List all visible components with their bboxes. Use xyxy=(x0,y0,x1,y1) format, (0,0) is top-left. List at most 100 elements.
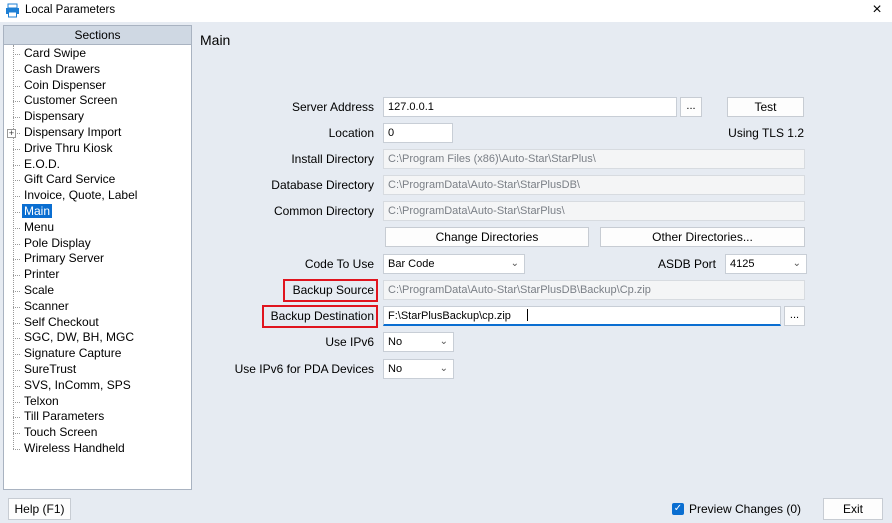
expand-icon[interactable]: + xyxy=(7,128,16,138)
sidebar-item-label: Printer xyxy=(24,267,60,282)
asdb-port-select[interactable]: 4125 ⌄ xyxy=(725,254,807,274)
sidebar-item-label: SGC, DW, BH, MGC xyxy=(24,330,135,345)
tree-connector xyxy=(13,196,20,198)
use-ipv6-pda-select[interactable]: No ⌄ xyxy=(383,359,454,379)
location-label: Location xyxy=(328,126,374,140)
sidebar-item[interactable]: Cash Drawers xyxy=(4,62,191,78)
sidebar-item-label: Self Checkout xyxy=(24,314,99,329)
test-button[interactable]: Test xyxy=(727,97,804,117)
sidebar-item[interactable]: SureTrust xyxy=(4,362,191,378)
sidebar-item[interactable]: Wireless Handheld xyxy=(4,441,191,457)
tree-connector xyxy=(13,211,20,213)
sidebar-item[interactable]: Dispensary xyxy=(4,109,191,125)
backup-destination-browse-button[interactable]: ... xyxy=(784,306,805,326)
tls-status: Using TLS 1.2 xyxy=(728,126,804,140)
sidebar-item[interactable]: Scale xyxy=(4,283,191,299)
sidebar-item[interactable]: Telxon xyxy=(4,394,191,410)
sidebar-item[interactable]: Main xyxy=(4,203,191,220)
sidebar-item[interactable]: + Dispensary Import xyxy=(4,125,191,141)
sections-panel: Sections Card Swipe Cash Drawers Coin Disp… xyxy=(3,25,192,490)
tree-connector xyxy=(13,338,20,340)
sidebar-item-label: Signature Capture xyxy=(24,346,122,361)
sidebar-item-label: Till Parameters xyxy=(24,409,105,424)
sidebar-item-label: Card Swipe xyxy=(24,46,87,60)
close-icon[interactable]: × xyxy=(868,1,886,19)
sidebar-item-label: SVS, InComm, SPS xyxy=(24,377,131,392)
install-directory-field: C:\Program Files (x86)\Auto-Star\StarPlu… xyxy=(383,149,805,169)
sidebar-item-label: Invoice, Quote, Label xyxy=(24,188,138,203)
preview-changes-control[interactable]: ✓ Preview Changes (0) xyxy=(672,500,801,518)
tree-connector xyxy=(13,180,20,182)
tree-connector xyxy=(13,243,20,245)
server-address-browse-button[interactable]: ... xyxy=(680,97,702,117)
help-button[interactable]: Help (F1) xyxy=(8,498,71,520)
code-to-use-select[interactable]: Bar Code ⌄ xyxy=(383,254,525,274)
sidebar-item[interactable]: Scanner xyxy=(4,299,191,315)
sidebar-item[interactable]: E.O.D. xyxy=(4,157,191,173)
backup-source-field: C:\ProgramData\Auto-Star\StarPlusDB\Back… xyxy=(383,280,805,300)
sidebar-item[interactable]: Pole Display xyxy=(4,236,191,252)
use-ipv6-pda-value: No xyxy=(388,363,403,375)
sidebar-item[interactable]: Invoice, Quote, Label xyxy=(4,188,191,204)
sections-header: Sections xyxy=(4,26,191,45)
sidebar-item[interactable]: Printer xyxy=(4,267,191,283)
window-title: Local Parameters xyxy=(25,4,116,16)
sidebar-item-label: Pole Display xyxy=(24,235,91,250)
sidebar-item[interactable]: Card Swipe xyxy=(4,46,191,62)
sidebar-item[interactable]: Customer Screen xyxy=(4,93,191,109)
server-address-field[interactable]: 127.0.0.1 xyxy=(383,97,677,117)
sidebar-item[interactable]: SGC, DW, BH, MGC xyxy=(4,330,191,346)
tree-connector xyxy=(13,275,20,277)
sidebar-item[interactable]: Primary Server xyxy=(4,251,191,267)
sidebar-item[interactable]: Touch Screen xyxy=(4,425,191,441)
other-directories-button[interactable]: Other Directories... xyxy=(600,227,805,247)
sidebar-item[interactable]: Signature Capture xyxy=(4,346,191,362)
tree-connector xyxy=(13,369,20,371)
title-bar: Local Parameters × xyxy=(0,0,892,22)
sidebar-item[interactable]: Self Checkout xyxy=(4,315,191,331)
sections-tree: Card Swipe Cash Drawers Coin Dispenser Cust… xyxy=(4,45,191,457)
sidebar-item[interactable]: Coin Dispenser xyxy=(4,78,191,94)
sidebar-item[interactable]: Menu xyxy=(4,220,191,236)
sidebar-item-label: Coin Dispenser xyxy=(24,77,107,92)
tree-connector xyxy=(13,54,20,55)
tree-connector xyxy=(13,433,20,435)
common-directory-label: Common Directory xyxy=(273,204,374,218)
sidebar-item-label: Dispensary xyxy=(24,109,85,124)
sidebar-item-label: Dispensary Import xyxy=(24,124,122,139)
database-directory-label: Database Directory xyxy=(271,178,374,192)
sidebar-item[interactable]: Drive Thru Kiosk xyxy=(4,141,191,157)
asdb-port-value: 4125 xyxy=(730,258,755,270)
text-cursor xyxy=(526,309,528,321)
tree-connector xyxy=(13,69,20,71)
location-field[interactable]: 0 xyxy=(383,123,453,143)
backup-destination-field[interactable]: F:\StarPlusBackup\cp.zip xyxy=(383,306,781,326)
chevron-down-icon: ⌄ xyxy=(439,336,448,347)
tree-connector xyxy=(13,417,20,419)
sidebar-item-label: Primary Server xyxy=(24,251,105,266)
exit-button[interactable]: Exit xyxy=(823,498,883,520)
sidebar-item-label: Wireless Handheld xyxy=(24,440,125,455)
tree-connector xyxy=(13,401,20,403)
tree-connector xyxy=(13,101,20,103)
sidebar-item-label: Telxon xyxy=(24,393,59,408)
code-to-use-label: Code To Use xyxy=(304,257,374,271)
sidebar-item-label: Scanner xyxy=(24,298,69,313)
backup-destination-value: F:\StarPlusBackup\cp.zip xyxy=(388,310,511,322)
chevron-down-icon: ⌄ xyxy=(792,258,801,269)
sidebar-item-label: Drive Thru Kiosk xyxy=(24,140,113,155)
checkmark-icon[interactable]: ✓ xyxy=(672,503,684,515)
sidebar-item[interactable]: Gift Card Service xyxy=(4,172,191,188)
sidebar-item-label: Cash Drawers xyxy=(24,61,101,76)
use-ipv6-label: Use IPv6 xyxy=(325,335,374,349)
use-ipv6-select[interactable]: No ⌄ xyxy=(383,332,454,352)
sidebar-item[interactable]: Till Parameters xyxy=(4,409,191,425)
tree-connector xyxy=(13,227,20,229)
change-directories-button[interactable]: Change Directories xyxy=(385,227,589,247)
code-to-use-value: Bar Code xyxy=(388,258,435,270)
printer-icon xyxy=(6,3,19,18)
sidebar-item[interactable]: SVS, InComm, SPS xyxy=(4,378,191,394)
install-directory-label: Install Directory xyxy=(291,152,374,166)
backup-source-label: Backup Source xyxy=(292,283,374,297)
use-ipv6-pda-label: Use IPv6 for PDA Devices xyxy=(234,362,374,376)
